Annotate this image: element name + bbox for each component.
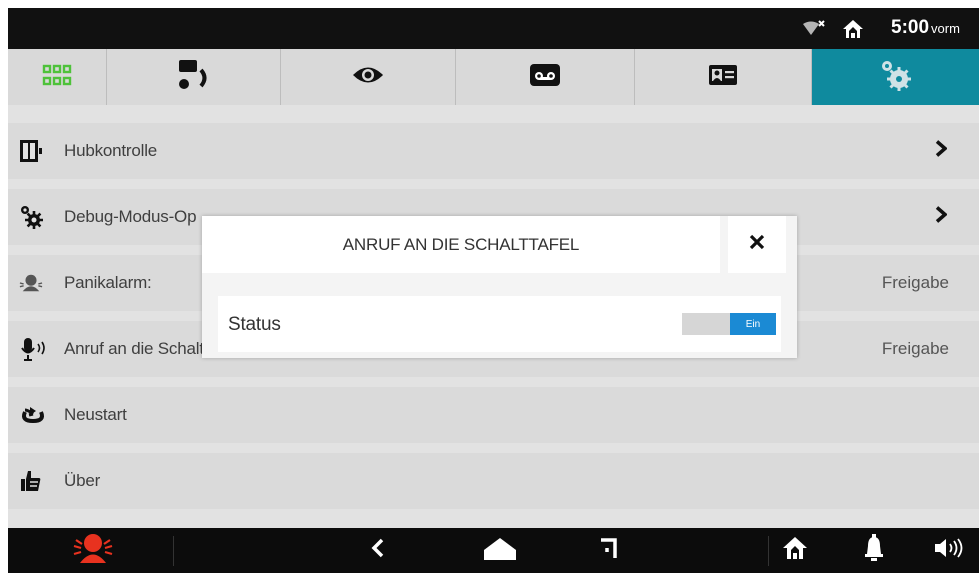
tab-view[interactable] bbox=[281, 49, 456, 105]
restart-icon bbox=[19, 403, 47, 427]
speaker-icon bbox=[934, 537, 966, 564]
home-shape-icon bbox=[482, 536, 518, 565]
recent-apps-icon bbox=[597, 536, 619, 565]
chevron-right-icon bbox=[935, 206, 948, 229]
microphone-icon bbox=[19, 337, 53, 361]
alarm-bell-button[interactable] bbox=[854, 528, 894, 573]
settings-gears-icon bbox=[878, 58, 912, 97]
tab-intercom[interactable] bbox=[107, 49, 281, 105]
status-toggle[interactable]: Ein bbox=[682, 313, 776, 335]
settings-item-hubkontrolle[interactable]: Hubkontrolle bbox=[8, 123, 979, 179]
schalttafel-dialog: ANRUF AN DIE SCHALTTAFEL Status Ein bbox=[202, 216, 797, 358]
wifi-disconnected-icon bbox=[801, 20, 825, 43]
status-row: Status Ein bbox=[218, 296, 781, 352]
intercom-call-icon bbox=[175, 58, 211, 97]
settings-item-value: Freigabe bbox=[881, 339, 949, 358]
settings-item-label: Über bbox=[64, 471, 101, 490]
voicemail-icon bbox=[529, 63, 561, 92]
back-button[interactable] bbox=[358, 528, 398, 573]
home-automation-button[interactable] bbox=[773, 528, 817, 573]
panic-button[interactable] bbox=[48, 528, 138, 573]
app-grid-icon bbox=[42, 64, 72, 91]
status-bar: 5:00 vorm bbox=[8, 8, 979, 49]
settings-item-label: Debug-Modus-Op bbox=[64, 207, 197, 226]
nav-separator bbox=[173, 536, 174, 566]
chevron-right-icon bbox=[935, 140, 948, 163]
contact-card-icon bbox=[708, 64, 738, 91]
chevron-left-icon bbox=[371, 538, 385, 563]
elevator-icon bbox=[19, 139, 43, 163]
navigation-bar bbox=[8, 528, 979, 573]
toggle-on-label: Ein bbox=[730, 313, 776, 335]
settings-item-label: Neustart bbox=[64, 405, 127, 424]
tab-apps[interactable] bbox=[8, 49, 107, 105]
clock-suffix: vorm bbox=[931, 21, 960, 36]
tab-voicemail[interactable] bbox=[456, 49, 635, 105]
settings-item-label: Hubkontrolle bbox=[64, 141, 158, 160]
bell-icon bbox=[864, 534, 884, 567]
settings-item-label: Panikalarm: bbox=[64, 273, 152, 292]
settings-item-neustart[interactable]: Neustart bbox=[8, 387, 979, 443]
clock: 5:00 vorm bbox=[891, 17, 960, 39]
home-icon bbox=[782, 536, 808, 565]
panic-alarm-icon bbox=[19, 271, 43, 295]
status-label: Status bbox=[228, 314, 281, 335]
eye-icon bbox=[351, 64, 385, 91]
nav-separator bbox=[768, 536, 769, 566]
recent-apps-button[interactable] bbox=[588, 528, 628, 573]
thumbs-up-icon bbox=[19, 469, 43, 493]
dialog-title: ANRUF AN DIE SCHALTTAFEL bbox=[202, 216, 720, 273]
tab-contacts[interactable] bbox=[635, 49, 812, 105]
volume-button[interactable] bbox=[928, 528, 972, 573]
settings-item-value: Freigabe bbox=[881, 273, 949, 292]
close-icon bbox=[749, 234, 765, 255]
settings-item-ueber[interactable]: Über bbox=[8, 453, 979, 509]
panic-alarm-icon bbox=[73, 532, 113, 569]
tab-settings[interactable] bbox=[811, 49, 979, 105]
tab-bar bbox=[8, 49, 979, 105]
app-frame: 5:00 vorm Hubkontrolle Debug-Modus-Op Pa… bbox=[8, 8, 979, 573]
clock-time: 5:00 bbox=[891, 17, 930, 38]
dialog-close-button[interactable] bbox=[728, 216, 786, 273]
gears-icon bbox=[19, 205, 43, 229]
home-button[interactable] bbox=[478, 528, 522, 573]
home-status-icon bbox=[842, 19, 864, 44]
